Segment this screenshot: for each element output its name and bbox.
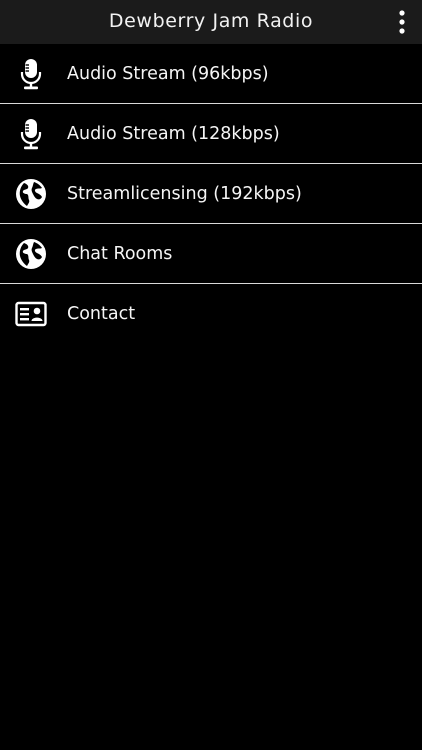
app-title: Dewberry Jam Radio: [108, 10, 314, 32]
menu-item-label: Audio Stream (128kbps): [67, 124, 280, 144]
app-screen: Dewberry Jam Radio Audio Stream (96kbps)…: [0, 0, 422, 750]
menu-item-label: Streamlicensing (192kbps): [67, 184, 302, 204]
microphone-icon: [15, 58, 47, 90]
app-header: Dewberry Jam Radio: [0, 0, 422, 44]
globe-icon: [15, 178, 47, 210]
menu-item-streamlicensing-192[interactable]: Streamlicensing (192kbps): [0, 164, 422, 224]
contact-card-icon: [15, 298, 47, 330]
globe-icon: [15, 238, 47, 270]
menu-item-chat-rooms[interactable]: Chat Rooms: [0, 224, 422, 284]
more-vertical-icon: [399, 10, 405, 34]
microphone-icon: [15, 118, 47, 150]
overflow-menu-button[interactable]: [392, 9, 412, 35]
menu-item-label: Contact: [67, 304, 136, 324]
menu-item-audio-stream-128[interactable]: Audio Stream (128kbps): [0, 104, 422, 164]
menu-item-label: Chat Rooms: [67, 244, 173, 264]
menu-item-label: Audio Stream (96kbps): [67, 64, 269, 84]
menu-item-contact[interactable]: Contact: [0, 284, 422, 344]
menu-list: Audio Stream (96kbps) Audio Stream (128k…: [0, 44, 422, 344]
menu-item-audio-stream-96[interactable]: Audio Stream (96kbps): [0, 44, 422, 104]
